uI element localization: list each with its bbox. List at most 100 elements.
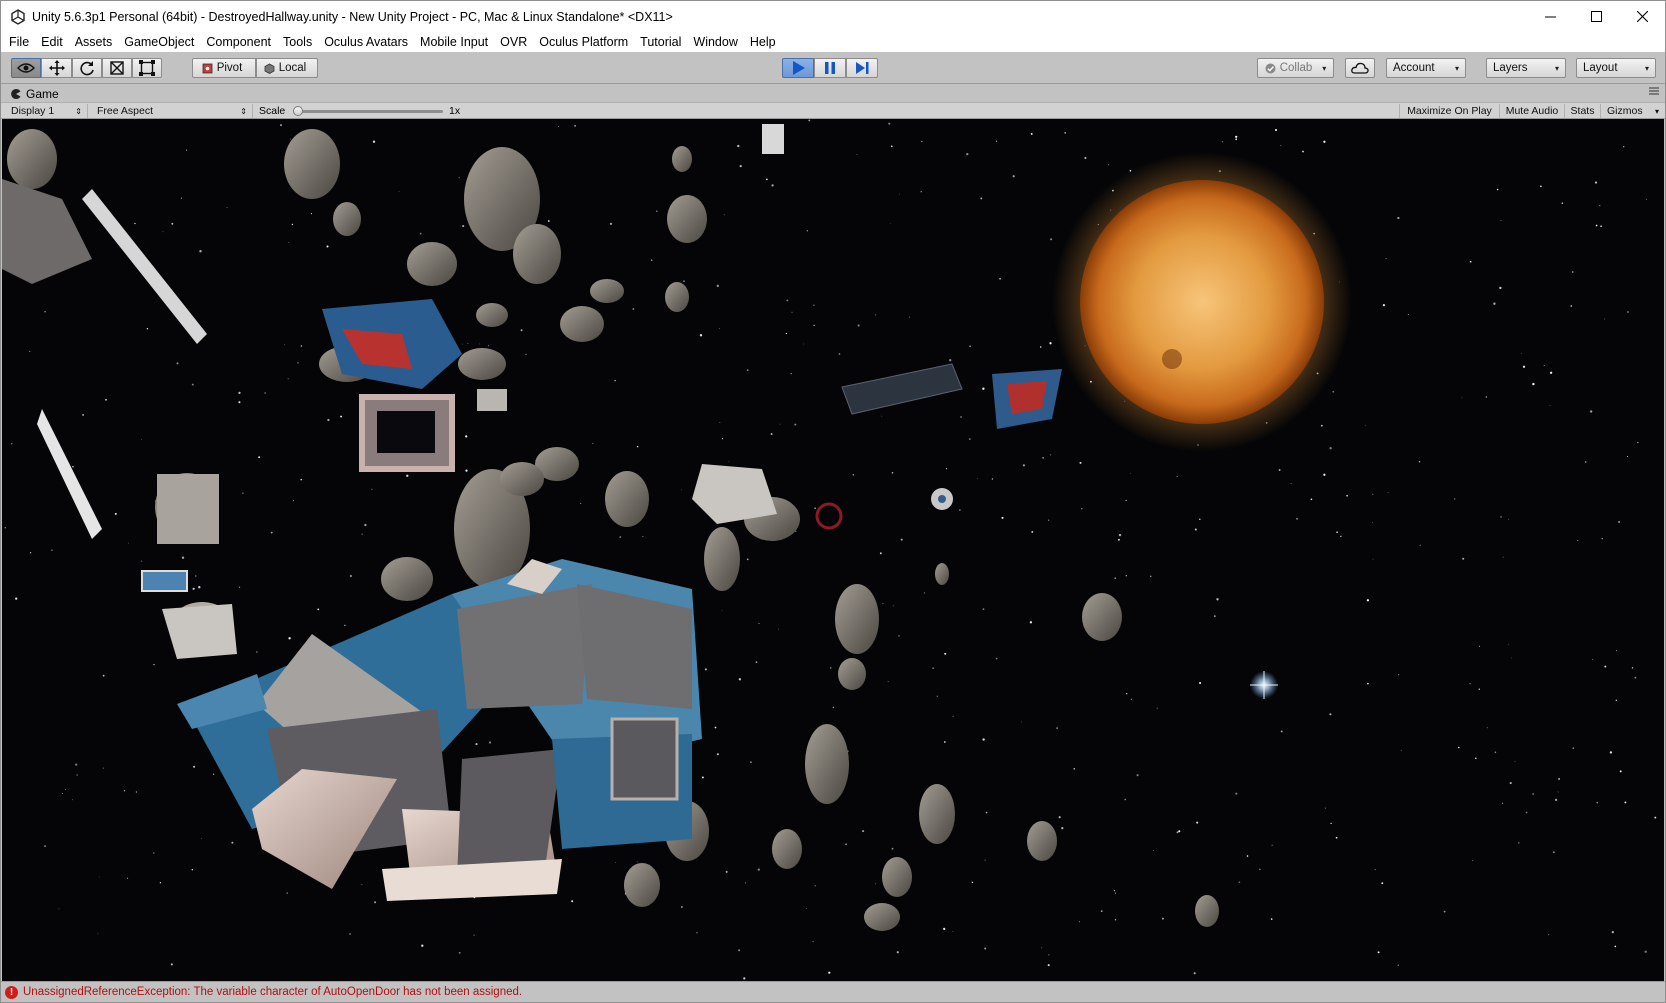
- star: [310, 213, 312, 215]
- star: [406, 474, 409, 477]
- star: [580, 502, 582, 505]
- star: [212, 773, 215, 775]
- star: [1108, 164, 1110, 166]
- collab-dropdown[interactable]: Collab ▾: [1257, 58, 1334, 78]
- pivot-button[interactable]: Pivot: [192, 58, 256, 78]
- star: [696, 932, 698, 934]
- star: [1549, 404, 1551, 406]
- star: [790, 373, 792, 375]
- asteroid: [772, 829, 802, 869]
- star: [856, 154, 858, 156]
- tab-menu-icon[interactable]: [1649, 87, 1659, 95]
- menu-file[interactable]: File: [3, 32, 35, 52]
- star: [372, 140, 376, 143]
- scale-slider-thumb[interactable]: [293, 106, 303, 116]
- star: [1554, 798, 1558, 802]
- star: [683, 280, 685, 282]
- star: [1156, 707, 1158, 709]
- layout-dropdown[interactable]: Layout ▾: [1576, 58, 1656, 78]
- menu-edit[interactable]: Edit: [35, 32, 69, 52]
- layers-dropdown[interactable]: Layers ▾: [1486, 58, 1566, 78]
- status-bar[interactable]: ! UnassignedReferenceException: The vari…: [1, 981, 1665, 1002]
- scale-slider-track[interactable]: [293, 106, 443, 116]
- aspect-select[interactable]: Free Aspect ⇕: [92, 104, 253, 118]
- maximize-button[interactable]: [1573, 1, 1619, 32]
- star: [1100, 910, 1103, 912]
- cloud-button[interactable]: [1345, 58, 1375, 78]
- rect-tool-button[interactable]: [132, 58, 162, 78]
- menu-gameobject[interactable]: GameObject: [118, 32, 200, 52]
- minimize-button[interactable]: [1527, 1, 1573, 32]
- star: [719, 328, 720, 329]
- star: [1549, 371, 1553, 374]
- menu-help[interactable]: Help: [744, 32, 782, 52]
- aspect-value: Free Aspect: [97, 105, 154, 117]
- menu-oculus-avatars[interactable]: Oculus Avatars: [318, 32, 414, 52]
- debris-module-red: [1007, 381, 1047, 414]
- star: [812, 941, 814, 942]
- star: [256, 651, 258, 653]
- menu-tutorial[interactable]: Tutorial: [634, 32, 687, 52]
- star: [1624, 801, 1627, 804]
- menu-assets[interactable]: Assets: [69, 32, 119, 52]
- menu-component[interactable]: Component: [200, 32, 277, 52]
- star: [1079, 461, 1082, 464]
- display-select[interactable]: Display 1 ⇕: [6, 104, 88, 118]
- star: [1196, 821, 1199, 824]
- scale-tool-button[interactable]: [102, 58, 132, 78]
- view-tool-button[interactable]: [11, 58, 41, 78]
- star: [879, 552, 882, 555]
- close-button[interactable]: [1619, 1, 1665, 32]
- game-scene[interactable]: [2, 119, 1664, 981]
- rotate-tool-button[interactable]: [72, 58, 102, 78]
- star: [887, 681, 889, 683]
- star: [479, 343, 481, 345]
- star: [1136, 774, 1139, 777]
- star: [982, 608, 985, 610]
- step-button[interactable]: [846, 58, 878, 78]
- unity-editor-window: Unity 5.6.3p1 Personal (64bit) - Destroy…: [0, 0, 1666, 1003]
- menu-oculus-platform[interactable]: Oculus Platform: [533, 32, 634, 52]
- local-button[interactable]: Local: [256, 58, 318, 78]
- account-dropdown[interactable]: Account ▾: [1386, 58, 1466, 78]
- star: [297, 362, 299, 364]
- star: [1590, 410, 1593, 413]
- pacman-game-icon: [11, 88, 21, 99]
- pivot-label: Pivot: [216, 62, 243, 74]
- star: [1310, 498, 1313, 501]
- menu-ovr[interactable]: OVR: [494, 32, 533, 52]
- star: [114, 512, 117, 515]
- star: [1374, 869, 1376, 871]
- maximize-icon: [1590, 11, 1602, 22]
- star: [980, 197, 983, 200]
- play-button[interactable]: [782, 58, 814, 78]
- star: [1012, 175, 1015, 178]
- star: [1592, 658, 1593, 660]
- star: [985, 811, 988, 814]
- star: [982, 387, 985, 390]
- star: [1278, 469, 1281, 471]
- mute-audio-toggle[interactable]: Mute Audio: [1499, 104, 1564, 118]
- star: [1510, 657, 1512, 659]
- maximize-on-play-toggle[interactable]: Maximize On Play: [1399, 104, 1499, 118]
- move-tool-button[interactable]: [41, 58, 72, 78]
- star: [614, 379, 616, 382]
- stats-toggle[interactable]: Stats: [1564, 104, 1600, 118]
- star: [1378, 945, 1380, 947]
- star: [326, 245, 329, 248]
- scale-icon: [110, 61, 124, 75]
- menu-tools[interactable]: Tools: [277, 32, 318, 52]
- star: [813, 324, 815, 326]
- asteroid: [919, 784, 955, 844]
- menu-mobile-input[interactable]: Mobile Input: [414, 32, 494, 52]
- station-window: [610, 717, 679, 801]
- gizmos-toggle[interactable]: Gizmos ▾: [1600, 104, 1663, 118]
- star: [857, 324, 860, 327]
- game-view[interactable]: [2, 119, 1664, 981]
- menu-window[interactable]: Window: [687, 32, 743, 52]
- tab-game[interactable]: Game: [5, 85, 67, 102]
- pause-button[interactable]: [814, 58, 846, 78]
- asteroid: [667, 195, 707, 243]
- star: [1176, 476, 1178, 477]
- star: [1596, 802, 1598, 804]
